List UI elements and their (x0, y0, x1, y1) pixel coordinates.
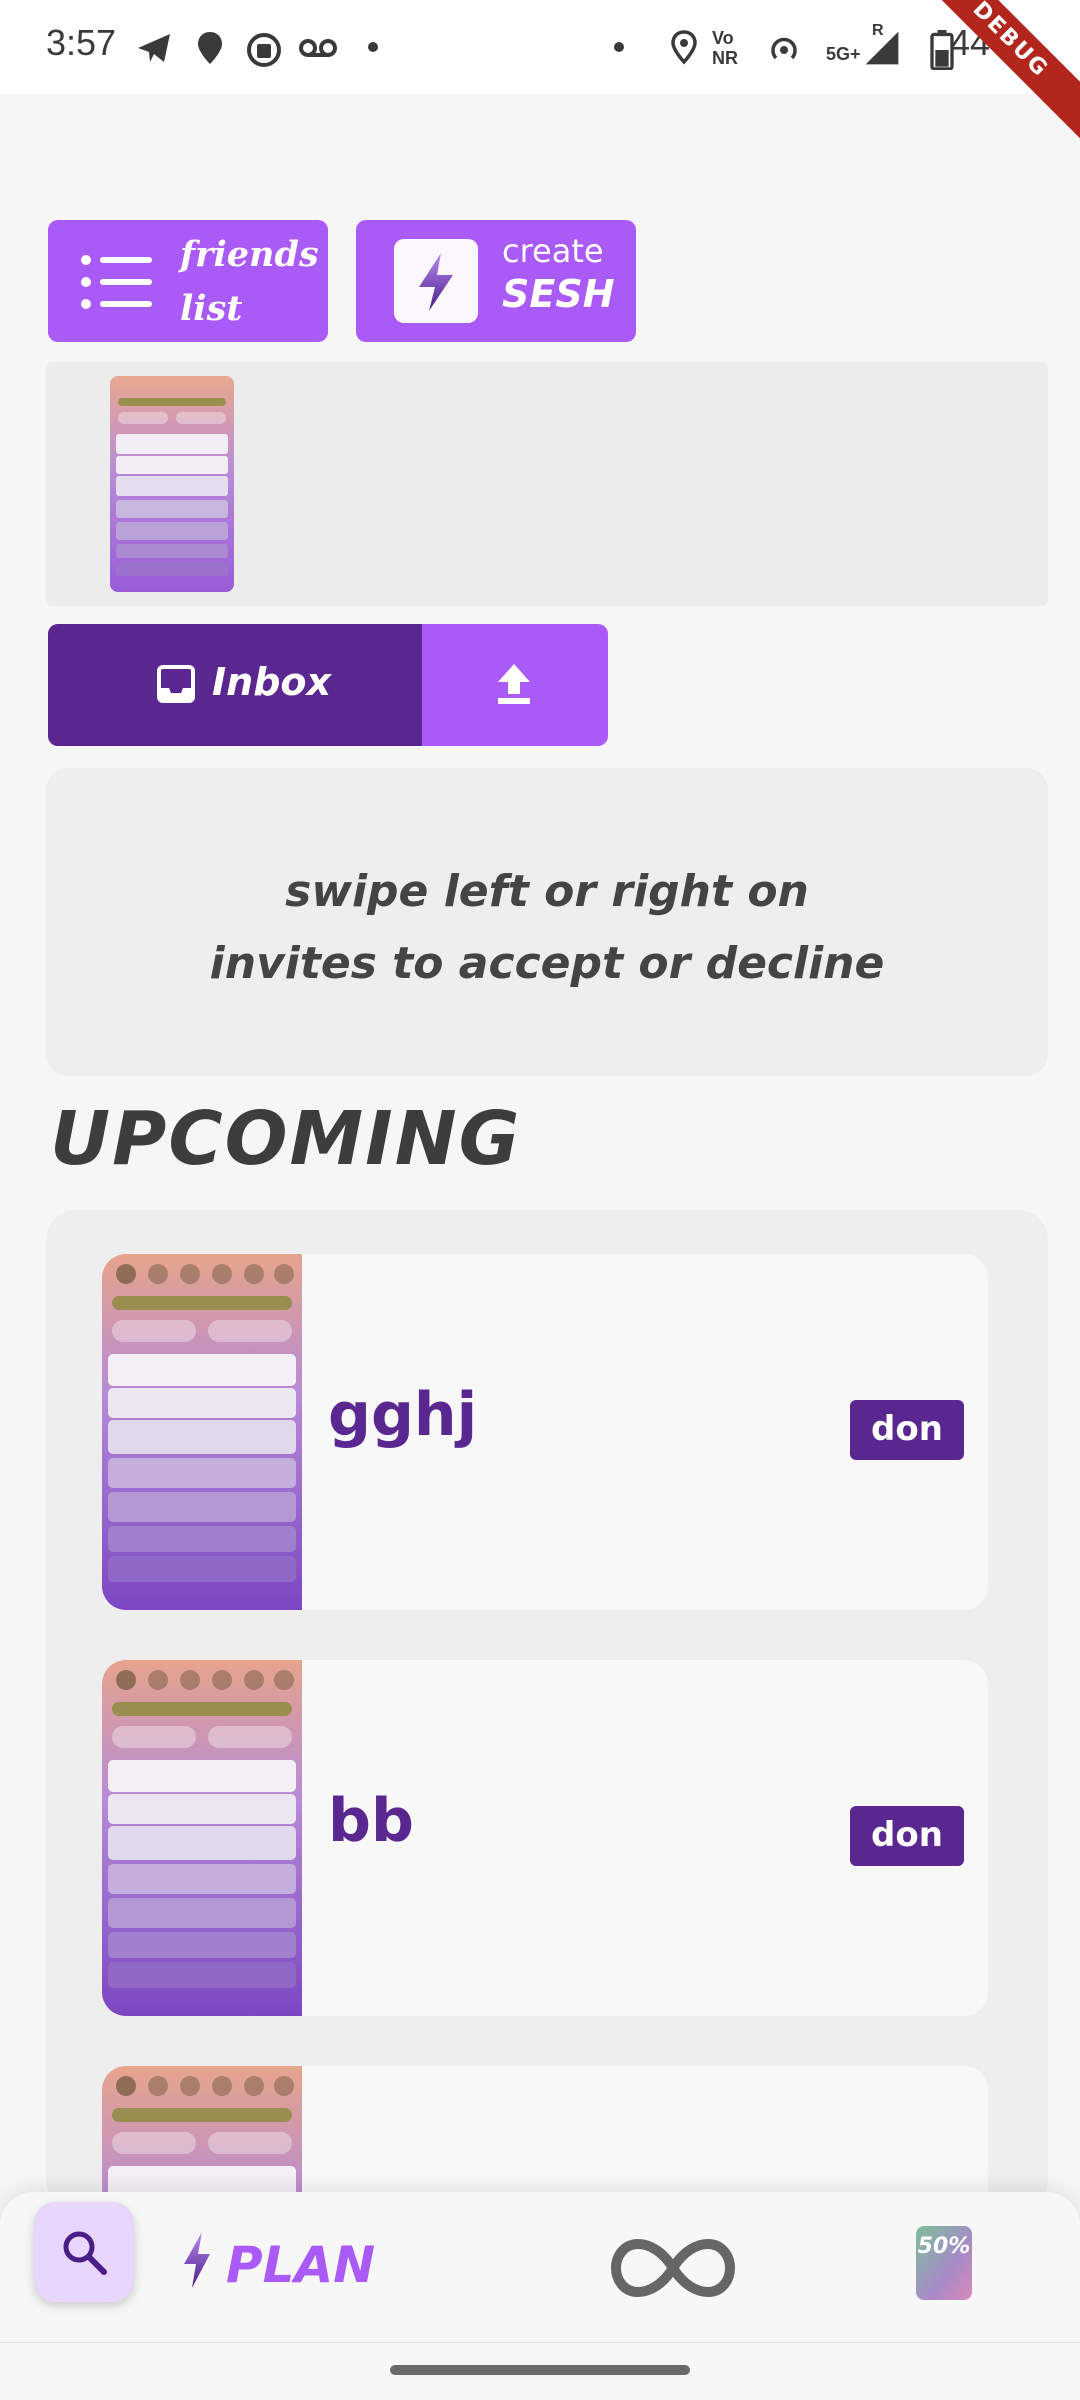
voicemail-icon (299, 39, 337, 57)
story-thumbnail[interactable] (110, 376, 234, 592)
upload-icon (498, 664, 530, 704)
bolt-icon-box (394, 239, 478, 323)
infinity-icon[interactable] (610, 2236, 736, 2300)
sesh-thumbnail (102, 1660, 302, 2016)
plan-tab[interactable]: PLAN (226, 2236, 375, 2294)
telegram-icon (138, 34, 170, 62)
outbox-tab[interactable] (422, 624, 608, 746)
promo-thumbnail[interactable]: 50% (916, 2226, 972, 2300)
search-button[interactable] (34, 2202, 134, 2302)
sesh-status-badge[interactable]: don (850, 1400, 964, 1460)
inbox-icon (157, 665, 195, 703)
sesh-title: bb (328, 1786, 414, 1856)
plan-bolt-icon (184, 2232, 210, 2288)
upcoming-list: gghj don bb don (46, 1210, 1048, 2210)
inbox-label: Inbox (212, 660, 332, 704)
swipe-hint-line2: invites to accept or decline (209, 938, 885, 989)
sesh-status-badge[interactable]: don (850, 1806, 964, 1866)
friends-list-label: friends list (180, 228, 319, 336)
stories-strip (46, 362, 1048, 606)
signal-icon (865, 31, 899, 65)
sesh-card[interactable] (102, 2066, 988, 2210)
location-pin-icon (671, 30, 697, 65)
friends-label-line1: friends (180, 234, 319, 275)
inbox-tab[interactable]: Inbox (48, 624, 422, 746)
upcoming-heading: UPCOMING (50, 1096, 522, 1182)
create-label: create (502, 232, 604, 270)
notification-dot (614, 42, 624, 52)
create-sesh-button[interactable]: create SESH (356, 220, 636, 342)
bottom-navigation: PLAN 50% (0, 2192, 1080, 2342)
list-icon (81, 255, 152, 309)
home-indicator[interactable] (390, 2365, 690, 2375)
swipe-hint-line1: swipe left or right on (285, 866, 809, 917)
bolt-icon (419, 253, 453, 311)
promo-text: 50% (917, 2234, 971, 2259)
gesture-bar (0, 2342, 1080, 2400)
location-icon (198, 32, 222, 64)
search-icon (63, 2231, 107, 2275)
network-label-top: Vo (712, 28, 734, 48)
notification-dot (368, 42, 378, 52)
sesh-title: gghj (328, 1380, 478, 1450)
status-time: 3:57 (46, 22, 117, 63)
debug-banner: DEBUG (903, 0, 1080, 147)
inbox-outbox-toggle: Inbox (48, 624, 608, 746)
swipe-hint-card: swipe left or right on invites to accept… (46, 768, 1048, 1076)
sesh-label: SESH (502, 272, 615, 316)
sesh-thumbnail (102, 2066, 302, 2210)
signal-label: 5G+ (826, 44, 861, 64)
hotspot-icon (771, 37, 797, 60)
friends-list-button[interactable]: friends list (48, 220, 328, 342)
bag-icon (247, 33, 281, 67)
network-label-bottom: NR (712, 48, 738, 68)
sesh-thumbnail (102, 1254, 302, 1610)
sesh-card[interactable]: gghj don (102, 1254, 988, 1610)
status-bar: 3:57 Vo NR 5G+ R 44 DEBUG (0, 0, 1080, 147)
swipe-hint-text: swipe left or right on invites to accept… (46, 856, 1048, 1000)
sesh-card[interactable]: bb don (102, 1660, 988, 2016)
story-thumbnail-image (110, 376, 234, 592)
friends-label-line2: list (180, 288, 243, 329)
